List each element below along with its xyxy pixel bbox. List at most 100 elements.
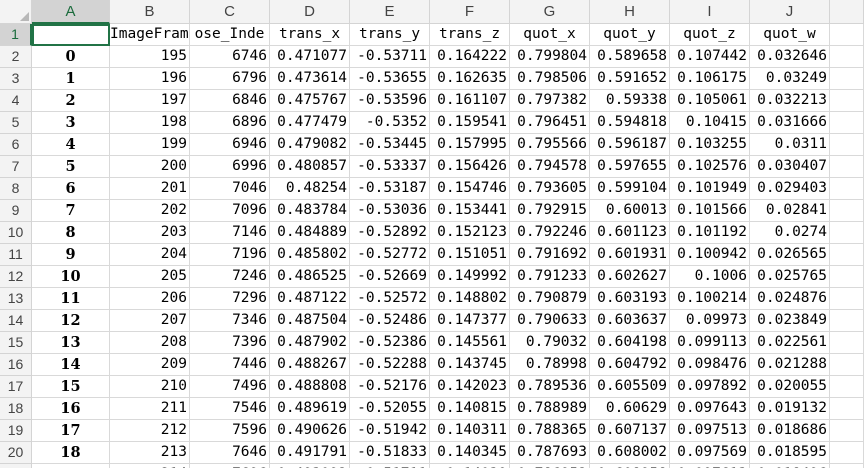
cell-e6[interactable]: -0.53445	[350, 134, 430, 156]
column-header-a[interactable]: A	[32, 0, 110, 24]
row-header[interactable]: 11	[0, 244, 32, 266]
cell-c12[interactable]: 7246	[190, 266, 270, 288]
cell-j16[interactable]: 0.021288	[750, 354, 830, 376]
cell-f5[interactable]: 0.159541	[430, 112, 510, 134]
cell-g2[interactable]: 0.799804	[510, 46, 590, 68]
row-header[interactable]: 20	[0, 442, 32, 464]
cell-h11[interactable]: 0.601931	[590, 244, 670, 266]
cell-c10[interactable]: 7146	[190, 222, 270, 244]
cell-c11[interactable]: 7196	[190, 244, 270, 266]
cell-j1[interactable]: quot_w	[750, 24, 830, 46]
row-header[interactable]: 14	[0, 310, 32, 332]
row-header[interactable]: 21	[0, 464, 32, 468]
cell-i1[interactable]: quot_z	[670, 24, 750, 46]
cell-f1[interactable]: trans_z	[430, 24, 510, 46]
cell-g9[interactable]: 0.792915	[510, 200, 590, 222]
column-header-k-partial[interactable]	[830, 0, 864, 24]
cell-d3[interactable]: 0.473614	[270, 68, 350, 90]
cell-c20[interactable]: 7646	[190, 442, 270, 464]
cell-g11[interactable]: 0.791692	[510, 244, 590, 266]
cell-a4[interactable]: 2	[32, 90, 110, 112]
cell-f21[interactable]: 0.14039	[430, 464, 510, 468]
cell-i2[interactable]: 0.107442	[670, 46, 750, 68]
cell-d6[interactable]: 0.479082	[270, 134, 350, 156]
cell-a2[interactable]: 0	[32, 46, 110, 68]
cell-d2[interactable]: 0.471077	[270, 46, 350, 68]
cell-d8[interactable]: 0.48254	[270, 178, 350, 200]
cell-b11[interactable]: 204	[110, 244, 190, 266]
cell-j5[interactable]: 0.031666	[750, 112, 830, 134]
cell-b1[interactable]: ImageFram	[110, 24, 190, 46]
cell-a17[interactable]: 15	[32, 376, 110, 398]
cell-e21[interactable]: -0.51711	[350, 464, 430, 468]
column-header-h[interactable]: H	[590, 0, 670, 24]
cell-j18[interactable]: 0.019132	[750, 398, 830, 420]
cell-j15[interactable]: 0.022561	[750, 332, 830, 354]
cell-d10[interactable]: 0.484889	[270, 222, 350, 244]
column-header-j[interactable]: J	[750, 0, 830, 24]
cell-i6[interactable]: 0.103255	[670, 134, 750, 156]
column-header-c[interactable]: C	[190, 0, 270, 24]
cell-f4[interactable]: 0.161107	[430, 90, 510, 112]
cell-a15[interactable]: 13	[32, 332, 110, 354]
cell-c8[interactable]: 7046	[190, 178, 270, 200]
cell-d13[interactable]: 0.487122	[270, 288, 350, 310]
cell-d14[interactable]: 0.487504	[270, 310, 350, 332]
cell-d5[interactable]: 0.477479	[270, 112, 350, 134]
column-header-d[interactable]: D	[270, 0, 350, 24]
cell-a16[interactable]: 14	[32, 354, 110, 376]
cell-j2[interactable]: 0.032646	[750, 46, 830, 68]
cell-f19[interactable]: 0.140311	[430, 420, 510, 442]
cell-b15[interactable]: 208	[110, 332, 190, 354]
cell-h4[interactable]: 0.59338	[590, 90, 670, 112]
cell-d15[interactable]: 0.487902	[270, 332, 350, 354]
cell-k16[interactable]	[830, 354, 864, 376]
cell-a6[interactable]: 4	[32, 134, 110, 156]
row-header[interactable]: 15	[0, 332, 32, 354]
cell-c6[interactable]: 6946	[190, 134, 270, 156]
cell-h1[interactable]: quot_y	[590, 24, 670, 46]
cell-k21[interactable]	[830, 464, 864, 468]
cell-c3[interactable]: 6796	[190, 68, 270, 90]
cell-h20[interactable]: 0.608002	[590, 442, 670, 464]
cell-a13[interactable]: 11	[32, 288, 110, 310]
cell-g15[interactable]: 0.79032	[510, 332, 590, 354]
cell-d1[interactable]: trans_x	[270, 24, 350, 46]
row-header[interactable]: 10	[0, 222, 32, 244]
cell-g4[interactable]: 0.797382	[510, 90, 590, 112]
column-header-b[interactable]: B	[110, 0, 190, 24]
cell-g7[interactable]: 0.794578	[510, 156, 590, 178]
cell-f20[interactable]: 0.140345	[430, 442, 510, 464]
cell-e19[interactable]: -0.51942	[350, 420, 430, 442]
cell-a10[interactable]: 8	[32, 222, 110, 244]
cell-d20[interactable]: 0.491791	[270, 442, 350, 464]
cell-k13[interactable]	[830, 288, 864, 310]
cell-g10[interactable]: 0.792246	[510, 222, 590, 244]
cell-k2[interactable]	[830, 46, 864, 68]
cell-c15[interactable]: 7396	[190, 332, 270, 354]
cell-k19[interactable]	[830, 420, 864, 442]
cell-d21[interactable]: 0.493092	[270, 464, 350, 468]
cell-g17[interactable]: 0.789536	[510, 376, 590, 398]
cell-g16[interactable]: 0.78998	[510, 354, 590, 376]
cell-a7[interactable]: 5	[32, 156, 110, 178]
select-all-corner[interactable]	[0, 0, 32, 24]
column-header-f[interactable]: F	[430, 0, 510, 24]
cell-k17[interactable]	[830, 376, 864, 398]
cell-h15[interactable]: 0.604198	[590, 332, 670, 354]
cell-g13[interactable]: 0.790879	[510, 288, 590, 310]
cell-b21[interactable]: 214	[110, 464, 190, 468]
cell-b13[interactable]: 206	[110, 288, 190, 310]
cell-c17[interactable]: 7496	[190, 376, 270, 398]
cell-b7[interactable]: 200	[110, 156, 190, 178]
row-header[interactable]: 3	[0, 68, 32, 90]
cell-k7[interactable]	[830, 156, 864, 178]
row-header[interactable]: 4	[0, 90, 32, 112]
cell-c13[interactable]: 7296	[190, 288, 270, 310]
cell-i20[interactable]: 0.097569	[670, 442, 750, 464]
cell-f14[interactable]: 0.147377	[430, 310, 510, 332]
row-header[interactable]: 13	[0, 288, 32, 310]
cell-f15[interactable]: 0.145561	[430, 332, 510, 354]
cell-b9[interactable]: 202	[110, 200, 190, 222]
cell-b19[interactable]: 212	[110, 420, 190, 442]
